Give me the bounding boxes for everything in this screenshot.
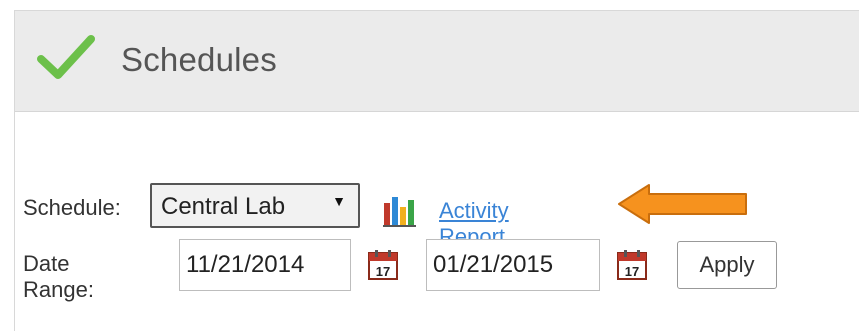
schedule-selected-value: Central Lab	[161, 193, 286, 220]
page-title: Schedules	[121, 41, 277, 78]
calendar-icon[interactable]: 17	[616, 249, 648, 281]
svg-text:17: 17	[625, 264, 639, 279]
schedules-panel: Schedules Schedule: Central Lab ▼ Activi…	[14, 10, 859, 331]
bar-chart-icon[interactable]	[383, 193, 417, 227]
schedule-select[interactable]: Central Lab ▼	[150, 183, 360, 228]
date-range-label: Date Range:	[23, 251, 94, 302]
panel-header: Schedules	[15, 11, 859, 112]
calendar-icon[interactable]: 17	[367, 249, 399, 281]
check-icon	[37, 35, 95, 79]
annotation-arrow-icon	[618, 184, 747, 224]
svg-text:17: 17	[376, 264, 390, 279]
end-date-input[interactable]	[426, 239, 600, 291]
caret-down-icon: ▼	[332, 193, 346, 209]
apply-button[interactable]: Apply	[677, 241, 777, 289]
schedule-label: Schedule:	[23, 195, 121, 220]
start-date-input[interactable]	[179, 239, 351, 291]
